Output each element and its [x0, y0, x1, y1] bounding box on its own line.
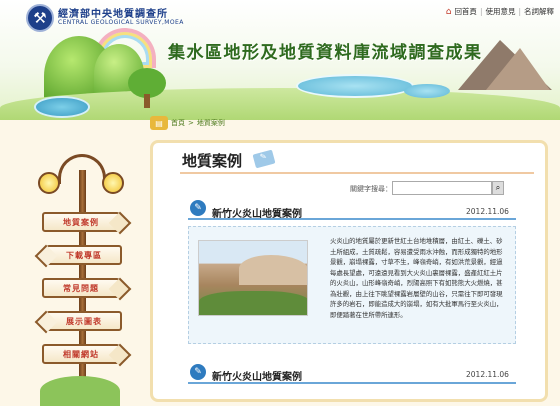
ground-decoration	[40, 376, 120, 406]
sidebar-item-label: 地質案例	[63, 217, 99, 227]
top-links: ⌂ 回首頁 | 使用意見 | 名詞解釋	[446, 6, 554, 17]
breadcrumb-current: 地質案例	[196, 119, 225, 127]
org-name-cn: 經濟部中央地質調查所	[58, 9, 168, 20]
sidebar-item-label: 下載專區	[66, 250, 102, 260]
search-label: 關鍵字搜尋：	[350, 185, 392, 193]
separator: |	[479, 7, 483, 16]
article-photo[interactable]	[198, 240, 308, 316]
photo-vegetation	[199, 291, 307, 315]
article-title[interactable]: 新竹火炎山地質案例	[212, 368, 302, 383]
mountain-decoration	[486, 48, 550, 90]
breadcrumb-home-link[interactable]: 首頁	[171, 118, 185, 128]
search-input[interactable]	[392, 181, 492, 195]
breadcrumb: ▤ 首頁 > 地質案例	[150, 116, 225, 130]
sidebar-item-related-sites[interactable]: 相關網站	[42, 344, 120, 364]
lamp-bulb-icon	[102, 172, 124, 194]
sidebar-item-charts[interactable]: 展示圖表	[46, 311, 122, 331]
article-rule	[188, 218, 516, 220]
pencil-icon: ✎	[190, 364, 206, 380]
search-button[interactable]: ⌕	[492, 181, 504, 195]
title-divider	[180, 172, 534, 174]
site-title: 集水區地形及地質資料庫流域調查成果	[168, 43, 483, 63]
tree-trunk-decoration	[144, 94, 150, 108]
breadcrumb-separator: >	[188, 119, 194, 127]
sidebar-item-label: 展示圖表	[66, 316, 102, 326]
separator: |	[518, 7, 521, 16]
cgs-logo-icon[interactable]: ⚒	[26, 4, 54, 32]
search-icon: ⌕	[495, 183, 501, 192]
breadcrumb-book-icon: ▤	[150, 116, 168, 130]
home-icon: ⌂	[445, 6, 452, 17]
sidebar-item-label: 常見問題	[63, 283, 99, 293]
article-rule	[188, 382, 516, 384]
feedback-link[interactable]: 使用意見	[485, 6, 515, 17]
lake-decoration	[34, 96, 90, 118]
org-name-en: CENTRAL GEOLOGICAL SURVEY,MOEA	[58, 19, 184, 26]
site-header: ⚒ 經濟部中央地質調查所 CENTRAL GEOLOGICAL SURVEY,M…	[0, 0, 560, 120]
home-link[interactable]: 回首頁	[454, 6, 477, 17]
sidebar-item-faq[interactable]: 常見問題	[42, 278, 120, 298]
article-date: 2012.11.06	[466, 207, 509, 216]
lake-decoration	[296, 74, 414, 98]
article-summary: 火炎山的地質屬於更新世紅土台地堆積層，由紅土、礫土、砂土所組成，土質疏鬆，容易遭…	[330, 237, 503, 319]
sidebar-item-geology-cases[interactable]: 地質案例	[42, 212, 120, 232]
lamp-bulb-icon	[38, 172, 60, 194]
lake-decoration	[404, 84, 450, 98]
article-date: 2012.11.06	[466, 370, 509, 379]
pencil-icon: ✎	[190, 200, 206, 216]
photo-ridge	[239, 255, 307, 285]
sidebar-item-downloads[interactable]: 下載專區	[46, 245, 122, 265]
page-title: 地質案例	[182, 152, 243, 170]
glossary-link[interactable]: 名詞解釋	[524, 6, 554, 17]
sidebar-item-label: 相關網站	[63, 349, 99, 359]
